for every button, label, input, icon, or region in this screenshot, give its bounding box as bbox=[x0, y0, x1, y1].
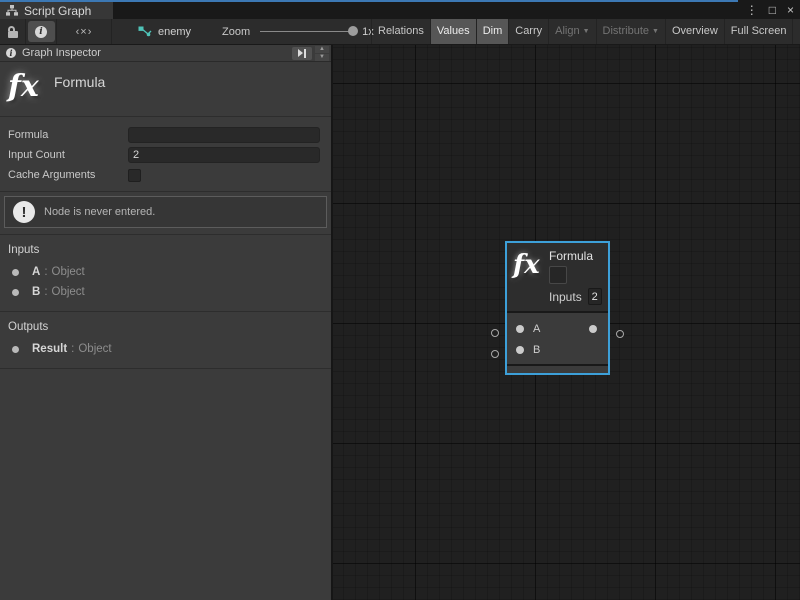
code-icon: ‹×› bbox=[76, 26, 93, 38]
lock-button[interactable] bbox=[0, 19, 26, 44]
input-count-label: Input Count bbox=[8, 149, 128, 161]
breadcrumb-label: enemy bbox=[158, 26, 191, 38]
align-button[interactable]: Align ▼ bbox=[548, 19, 595, 44]
graph-toolbar: i ‹×› enemy Zoom 1x Relations Values Dim bbox=[0, 19, 800, 45]
info-icon: i bbox=[35, 26, 47, 38]
unit-title: Formula bbox=[54, 74, 105, 105]
zoom-control: Zoom 1x bbox=[222, 19, 374, 44]
node-port-row-a: A bbox=[507, 318, 608, 339]
info-icon: i bbox=[6, 48, 16, 58]
title-bar: Script Graph ⋮ □ × bbox=[0, 0, 800, 19]
formula-node-ports: A B bbox=[507, 313, 608, 364]
inputs-section: Inputs A : Object B : Object bbox=[0, 235, 331, 312]
cache-arguments-checkbox[interactable] bbox=[128, 169, 141, 182]
dim-button[interactable]: Dim bbox=[476, 19, 509, 44]
formula-fx-icon: fx bbox=[513, 249, 549, 305]
formula-fx-icon: fx bbox=[8, 69, 46, 105]
unit-title-block: fx Formula bbox=[0, 62, 331, 117]
chevron-down-icon: ▼ bbox=[583, 19, 590, 44]
input-port-row-a: A : Object bbox=[0, 262, 331, 282]
breadcrumb[interactable]: enemy bbox=[138, 19, 191, 44]
external-port-b-icon[interactable] bbox=[491, 350, 499, 358]
relations-button[interactable]: Relations bbox=[371, 19, 430, 44]
graph-inspector-title: Graph Inspector bbox=[22, 47, 292, 59]
node-footer bbox=[507, 364, 608, 373]
window-controls: ⋮ □ × bbox=[746, 2, 794, 18]
zoom-label: Zoom bbox=[222, 26, 250, 38]
spinner-up-icon[interactable]: ▲ bbox=[315, 46, 329, 53]
hierarchy-icon bbox=[6, 5, 18, 16]
port-dot-icon bbox=[12, 346, 19, 353]
cache-arguments-label: Cache Arguments bbox=[8, 169, 128, 181]
values-button[interactable]: Values bbox=[430, 19, 476, 44]
graph-node-icon bbox=[138, 26, 152, 38]
warning-section: ! Node is never entered. bbox=[0, 192, 331, 235]
spinner-down-icon[interactable]: ▼ bbox=[315, 54, 329, 61]
main-area: i Graph Inspector ▲ ▼ fx Formula Formula bbox=[0, 45, 800, 600]
cache-arguments-field-row: Cache Arguments bbox=[0, 165, 331, 185]
tab-script-graph[interactable]: Script Graph bbox=[0, 2, 113, 19]
zoom-slider-handle[interactable] bbox=[348, 26, 358, 36]
node-inputs-label: Inputs bbox=[549, 290, 582, 304]
inspector-empty-area bbox=[0, 369, 331, 600]
node-title: Formula bbox=[549, 249, 602, 263]
zoom-slider[interactable] bbox=[260, 31, 354, 32]
toolbar-buttons: Relations Values Dim Carry Align ▼ Distr… bbox=[371, 19, 793, 44]
inputs-header: Inputs bbox=[0, 240, 331, 262]
formula-field-label: Formula bbox=[8, 129, 128, 141]
input-port-b-icon[interactable] bbox=[516, 346, 524, 354]
window-close-icon[interactable]: × bbox=[787, 2, 794, 18]
window-maximize-icon[interactable]: □ bbox=[769, 2, 776, 18]
output-port-result-icon[interactable] bbox=[589, 325, 597, 333]
graph-inspector-header: i Graph Inspector ▲ ▼ bbox=[0, 45, 331, 62]
overview-button[interactable]: Overview bbox=[665, 19, 724, 44]
output-port-row-result: Result : Object bbox=[0, 339, 331, 359]
outputs-header: Outputs bbox=[0, 317, 331, 339]
port-dot-icon bbox=[12, 289, 19, 296]
inspector-toggle-button[interactable]: i bbox=[26, 19, 57, 44]
dock-panel-button[interactable] bbox=[292, 47, 312, 60]
input-count-field-row: Input Count bbox=[0, 145, 331, 165]
formula-node-header: fx Formula Inputs 2 bbox=[507, 243, 608, 311]
graph-canvas[interactable]: fx Formula Inputs 2 A bbox=[333, 45, 800, 600]
window-menu-icon[interactable]: ⋮ bbox=[746, 2, 758, 18]
port-dot-icon bbox=[12, 269, 19, 276]
code-view-button[interactable]: ‹×› bbox=[57, 19, 112, 44]
node-inputs-count-input[interactable]: 2 bbox=[588, 288, 602, 305]
carry-button[interactable]: Carry bbox=[508, 19, 548, 44]
warning-icon: ! bbox=[13, 201, 35, 223]
graph-inspector-panel: i Graph Inspector ▲ ▼ fx Formula Formula bbox=[0, 45, 333, 600]
distribute-button[interactable]: Distribute ▼ bbox=[596, 19, 665, 44]
lock-icon bbox=[8, 26, 18, 38]
warning-text: Node is never entered. bbox=[44, 206, 155, 218]
input-port-row-b: B : Object bbox=[0, 282, 331, 302]
formula-field-row: Formula bbox=[0, 125, 331, 145]
outputs-section: Outputs Result : Object bbox=[0, 312, 331, 369]
input-count-input[interactable] bbox=[128, 147, 320, 163]
formula-node[interactable]: fx Formula Inputs 2 A bbox=[505, 241, 610, 375]
external-port-result-icon[interactable] bbox=[616, 330, 624, 338]
dock-icon bbox=[298, 49, 303, 57]
formula-input[interactable] bbox=[128, 127, 320, 143]
warning-box: ! Node is never entered. bbox=[4, 196, 327, 228]
chevron-down-icon: ▼ bbox=[652, 19, 659, 44]
node-formula-input[interactable] bbox=[549, 266, 567, 284]
inspector-fields: Formula Input Count Cache Arguments bbox=[0, 117, 331, 192]
external-port-a-icon[interactable] bbox=[491, 329, 499, 337]
panel-spinner: ▲ ▼ bbox=[315, 46, 329, 61]
full-screen-button[interactable]: Full Screen bbox=[724, 19, 794, 44]
tab-label: Script Graph bbox=[24, 4, 91, 18]
node-port-row-b: B bbox=[507, 339, 608, 360]
input-port-a-icon[interactable] bbox=[516, 325, 524, 333]
